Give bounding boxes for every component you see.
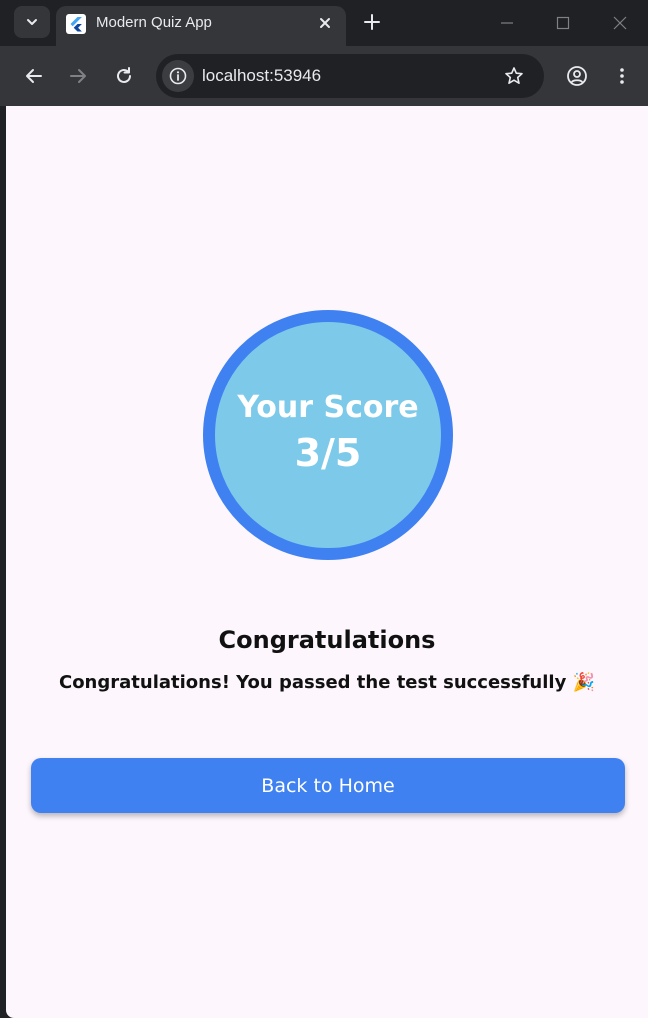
browser-tab[interactable]: Modern Quiz App <box>56 6 346 46</box>
maximize-icon <box>556 16 570 30</box>
profile-button[interactable] <box>563 62 591 90</box>
plus-icon <box>364 14 380 30</box>
bookmark-button[interactable] <box>502 64 526 88</box>
close-window-button[interactable] <box>607 10 633 36</box>
reload-button[interactable] <box>110 62 138 90</box>
arrow-left-icon <box>26 69 42 83</box>
chevron-down-icon <box>27 19 37 25</box>
browser-menu-button[interactable] <box>608 62 636 90</box>
reload-icon <box>117 67 131 83</box>
back-button[interactable] <box>20 62 48 90</box>
tab-search-button[interactable] <box>14 6 50 38</box>
result-title: Congratulations <box>218 626 436 654</box>
star-icon <box>505 67 523 84</box>
url-text: localhost:53946 <box>202 66 322 85</box>
close-icon <box>613 16 627 30</box>
flutter-icon <box>66 14 86 34</box>
forward-button[interactable] <box>64 62 92 90</box>
quiz-result-page: Your Score 3/5 Congratulations Congratul… <box>6 106 648 1018</box>
back-to-home-button[interactable]: Back to Home <box>31 758 625 813</box>
kebab-menu-icon <box>620 68 624 84</box>
tab-close-button[interactable] <box>314 12 336 34</box>
info-icon <box>169 67 187 85</box>
score-label: Your Score <box>237 390 419 425</box>
tab-title: Modern Quiz App <box>96 14 212 31</box>
minimize-icon <box>501 22 513 24</box>
browser-window: Modern Quiz App localhost:53946 Your Sco… <box>0 0 648 1018</box>
score-circle: Your Score 3/5 <box>203 310 453 560</box>
minimize-button[interactable] <box>494 10 520 36</box>
arrow-right-icon <box>70 69 86 83</box>
browser-toolbar: localhost:53946 <box>0 46 648 106</box>
address-bar[interactable]: localhost:53946 <box>156 54 544 98</box>
site-info-button[interactable] <box>162 60 194 92</box>
close-icon <box>320 18 330 28</box>
result-message: Congratulations! You passed the test suc… <box>58 672 596 693</box>
maximize-button[interactable] <box>550 10 576 36</box>
profile-icon <box>567 66 587 86</box>
score-value: 3/5 <box>294 431 362 475</box>
tab-strip: Modern Quiz App <box>0 0 648 46</box>
new-tab-button[interactable] <box>360 10 384 34</box>
